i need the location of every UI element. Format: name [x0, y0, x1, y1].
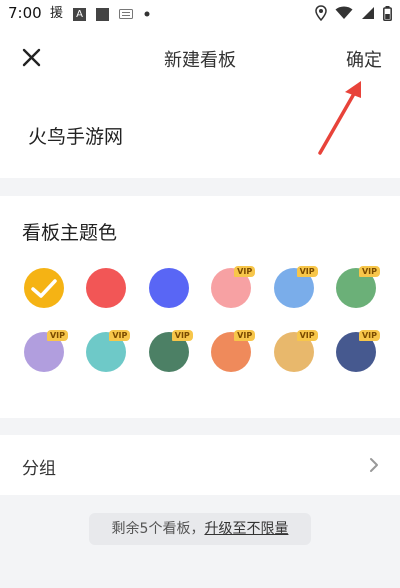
color-swatch[interactable]: VIP: [86, 330, 131, 372]
color-swatch[interactable]: [24, 268, 64, 308]
keyboard-icon: [119, 9, 134, 19]
color-swatch[interactable]: [148, 268, 189, 308]
check-icon: [31, 279, 57, 298]
vip-badge: VIP: [46, 330, 68, 341]
vip-badge: VIP: [358, 266, 380, 277]
color-swatch[interactable]: VIP: [336, 266, 380, 308]
location-icon: [315, 5, 327, 21]
color-swatch[interactable]: VIP: [24, 330, 68, 372]
board-name-input[interactable]: 火鸟手游网: [28, 122, 123, 149]
chevron-right-icon: [370, 458, 378, 472]
color-swatch[interactable]: [86, 268, 127, 308]
theme-color-section: 看板主题色 VIP VIP VIP VIP VIP VIP VIP VIP VIP: [0, 196, 400, 418]
color-swatch[interactable]: VIP: [273, 266, 318, 308]
square-icon: [96, 7, 110, 21]
vip-badge: VIP: [296, 330, 318, 341]
header: 新建看板 确定: [0, 28, 400, 90]
color-swatch[interactable]: VIP: [336, 330, 380, 372]
notification-icon: 援: [50, 6, 64, 21]
upgrade-link[interactable]: 升级至不限量: [204, 521, 288, 537]
tip-text: 剩余5个看板，: [111, 521, 205, 537]
vip-badge: VIP: [234, 330, 256, 341]
theme-color-title: 看板主题色: [22, 222, 118, 244]
page-title: 新建看板: [164, 50, 236, 71]
vip-badge: VIP: [234, 266, 256, 277]
color-swatch[interactable]: VIP: [273, 330, 318, 372]
confirm-button[interactable]: 确定: [346, 46, 382, 72]
color-swatch[interactable]: VIP: [211, 266, 256, 308]
vip-badge: VIP: [358, 330, 380, 341]
status-icons-left: 援 A: [50, 6, 151, 22]
battery-icon: [383, 5, 392, 21]
color-swatch[interactable]: VIP: [148, 330, 193, 372]
board-name-section: 火鸟手游网: [0, 90, 400, 178]
status-bar: 7:00 援 A: [0, 0, 400, 28]
vip-badge: VIP: [109, 330, 131, 341]
color-swatch[interactable]: VIP: [211, 330, 256, 372]
a-icon: A: [73, 7, 87, 21]
group-label: 分组: [22, 459, 56, 479]
remaining-boards-tip: 剩余5个看板，升级至不限量: [89, 513, 311, 545]
signal-icon: [362, 7, 374, 19]
dot-icon: [144, 11, 150, 17]
status-time: 7:00: [8, 4, 42, 22]
vip-badge: VIP: [296, 266, 318, 277]
status-icons-right: [315, 5, 392, 21]
group-row[interactable]: 分组: [0, 435, 400, 495]
wifi-icon: [335, 6, 353, 19]
vip-badge: VIP: [171, 330, 193, 341]
